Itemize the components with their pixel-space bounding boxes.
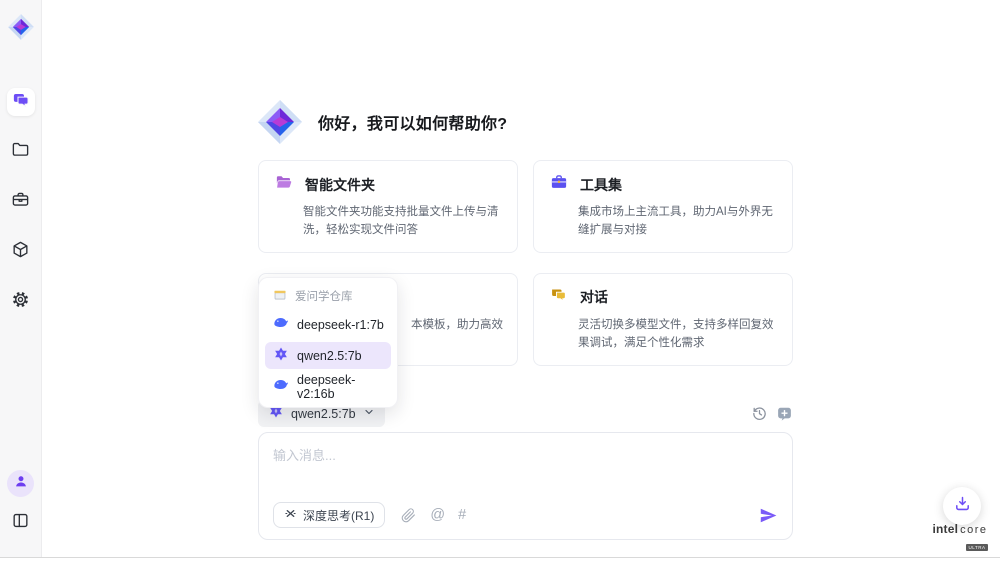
sidebar-item-panel-toggle[interactable]	[7, 509, 35, 537]
sidebar-item-chat[interactable]	[7, 88, 35, 116]
card-title: 智能文件夹	[305, 175, 375, 195]
repository-icon	[273, 288, 287, 305]
model-option-deepseek-v2[interactable]: deepseek-v2:16b	[265, 373, 391, 400]
sidebar-item-toolbox[interactable]	[7, 188, 35, 216]
attachment-icon[interactable]	[399, 506, 417, 524]
chat-gold-icon	[550, 286, 568, 309]
download-icon	[953, 494, 972, 518]
history-icon[interactable]	[750, 404, 768, 422]
sidebar-item-models[interactable]	[7, 238, 35, 266]
sidebar-item-folders[interactable]	[7, 138, 35, 166]
deep-think-toggle[interactable]: 深度思考(R1)	[273, 502, 385, 528]
folder-icon	[11, 140, 30, 164]
folder-purple-icon	[275, 173, 293, 196]
card-desc: 集成市场上主流工具，助力AI与外界无缝扩展与对接	[550, 203, 778, 240]
app-logo-icon[interactable]	[7, 13, 35, 41]
cube-icon	[11, 240, 30, 264]
model-selector-label: qwen2.5:7b	[291, 407, 356, 421]
qwen-star-icon	[273, 346, 289, 365]
composer-icons: @ #	[399, 506, 466, 524]
card-desc: 智能文件夹功能支持批量文件上传与清洗，轻松实现文件问答	[275, 203, 503, 240]
greeting-logo-icon	[256, 98, 304, 146]
deep-think-icon	[284, 507, 297, 523]
briefcase-icon	[11, 190, 30, 214]
model-dropdown-header-label: 爱问学仓库	[295, 288, 353, 304]
sidebar	[0, 0, 42, 557]
new-chat-icon[interactable]	[775, 404, 793, 422]
window-bottom-border	[0, 557, 1000, 558]
card-conversation[interactable]: 对话 灵活切换多模型文件，支持多样回复效果调试，满足个性化需求	[533, 273, 793, 366]
mention-icon[interactable]: @	[430, 508, 445, 523]
panel-toggle-icon	[11, 511, 30, 535]
deepseek-whale-icon	[273, 377, 289, 396]
gear-icon	[11, 290, 30, 314]
user-icon	[13, 473, 29, 494]
card-desc: 灵活切换多模型文件，支持多样回复效果调试，满足个性化需求	[550, 316, 778, 353]
intel-ultra-badge: ULTRA	[966, 544, 989, 551]
model-dropdown-header: 爱问学仓库	[265, 285, 391, 307]
download-fab[interactable]	[943, 487, 981, 525]
deepseek-whale-icon	[273, 315, 289, 334]
card-smart-folder[interactable]: 智能文件夹 智能文件夹功能支持批量文件上传与清洗，轻松实现文件问答	[258, 160, 518, 253]
model-option-label: deepseek-v2:16b	[297, 373, 391, 401]
intel-core-badge: intel core ULTRA	[929, 522, 991, 554]
composer-toolbar: 深度思考(R1) @ #	[273, 502, 778, 528]
hash-icon[interactable]: #	[458, 508, 466, 523]
greeting-title: 你好，我可以如何帮助你?	[318, 110, 507, 134]
model-option-label: qwen2.5:7b	[297, 349, 362, 363]
send-button[interactable]	[759, 506, 778, 525]
sidebar-item-user[interactable]	[7, 470, 34, 497]
composer: 深度思考(R1) @ #	[258, 432, 793, 540]
conversation-actions	[750, 404, 793, 422]
message-input[interactable]	[273, 445, 773, 495]
intel-product-text: core	[960, 524, 987, 536]
model-option-qwen[interactable]: qwen2.5:7b	[265, 342, 391, 369]
greeting: 你好，我可以如何帮助你?	[256, 98, 507, 146]
sidebar-item-settings[interactable]	[7, 288, 35, 316]
model-option-deepseek-r1[interactable]: deepseek-r1:7b	[265, 311, 391, 338]
deep-think-label: 深度思考(R1)	[303, 507, 374, 524]
app-screen: 你好，我可以如何帮助你? 智能文件夹 智能文件夹功能支持批量文件上传与清洗，轻松…	[0, 0, 1000, 563]
model-option-label: deepseek-r1:7b	[297, 318, 384, 332]
intel-brand-text: intel	[932, 522, 958, 536]
card-title: 对话	[580, 287, 608, 307]
card-title: 工具集	[580, 175, 622, 195]
model-dropdown: 爱问学仓库 deepseek-r1:7b qwen2.5:7b	[258, 277, 398, 408]
card-toolset[interactable]: 工具集 集成市场上主流工具，助力AI与外界无缝扩展与对接	[533, 160, 793, 253]
chat-icon	[12, 91, 30, 114]
briefcase-indigo-icon	[550, 173, 568, 196]
